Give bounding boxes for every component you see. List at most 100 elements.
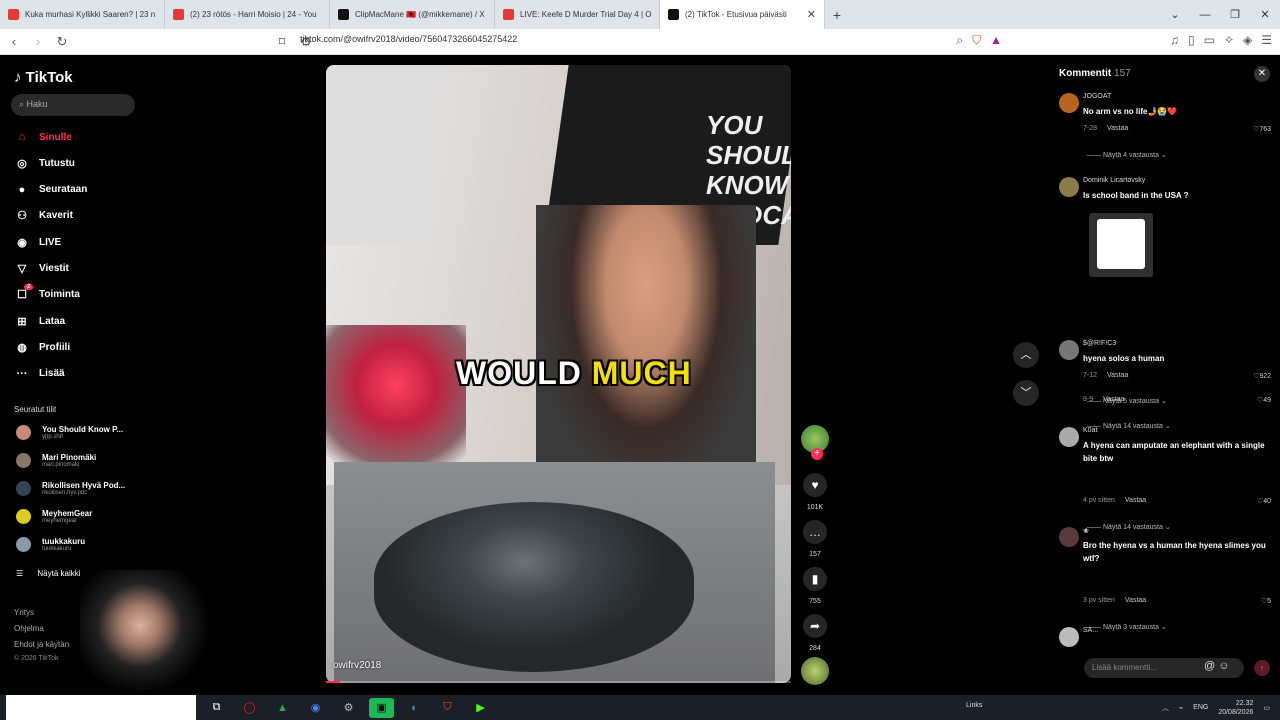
sound-disc[interactable]: [801, 657, 829, 685]
extensions-icon[interactable]: ✧: [1224, 33, 1234, 48]
tray-chevron-icon[interactable]: ︿: [1162, 703, 1169, 713]
emoji-icon[interactable]: ☺: [1218, 660, 1229, 672]
browser-tab[interactable]: Kuka murhasi Kyllikki Saaren? | 23 n: [0, 0, 165, 29]
sidebar-item-kaverit[interactable]: ⚇ Kaverit: [14, 209, 73, 223]
links-toolbar[interactable]: Links: [966, 702, 982, 709]
share-button[interactable]: ➦: [803, 614, 827, 638]
notification-icon[interactable]: ▭: [1263, 704, 1270, 712]
vpn-icon[interactable]: ◈: [1243, 33, 1252, 48]
restore-button[interactable]: ❐: [1220, 8, 1250, 21]
language-indicator[interactable]: ENG: [1193, 704, 1208, 711]
comment-username[interactable]: Dominik Licartovsky: [1083, 177, 1145, 184]
sidebar-icon[interactable]: ▯: [1188, 33, 1195, 48]
follow-plus-icon[interactable]: +: [811, 448, 823, 460]
close-tab-icon[interactable]: ✕: [807, 8, 816, 21]
comment-button[interactable]: …: [803, 520, 827, 544]
zoom-icon[interactable]: ⌕: [956, 33, 963, 48]
browser-tab[interactable]: (2) 23 rötös - Harri Moisio | 24 - You: [165, 0, 330, 29]
creator-avatar[interactable]: +: [801, 425, 829, 460]
close-comments-button[interactable]: ✕: [1254, 66, 1270, 82]
comment-username[interactable]: K0at: [1083, 427, 1097, 434]
sidebar-item-toiminta[interactable]: ☐ Toiminta 2: [14, 283, 80, 302]
sidebar-item-profiili[interactable]: ◍ Profiili: [14, 340, 70, 354]
video-player[interactable]: YOU SHOULD KNOW PODCAS WOULD MUCH: [326, 65, 791, 683]
reply-button[interactable]: Vastaa: [1125, 597, 1146, 604]
reload-icon[interactable]: ↻: [52, 34, 72, 50]
chrome-icon[interactable]: ◉: [303, 698, 328, 718]
avatar[interactable]: [1059, 627, 1079, 647]
taskbar-search-box[interactable]: [6, 695, 196, 720]
footer-link[interactable]: Yritys: [14, 608, 34, 617]
sidebar-item-viestit[interactable]: ▽ Viestit: [14, 262, 69, 276]
comment-sticker-image[interactable]: [1089, 213, 1153, 277]
followed-account[interactable]: Rikollisen Hyvä Pod... rikollisen.hyv.pdc: [16, 481, 125, 496]
followed-account[interactable]: tuukkakuru tuukkakuru: [16, 537, 85, 552]
comment-username[interactable]: JOGOAT: [1083, 93, 1111, 100]
streaming-app-icon[interactable]: ▶: [468, 698, 493, 718]
browser-tab[interactable]: (2) TikTok - Etusivua päivästi ✕: [660, 0, 825, 29]
sidebar-item-seurataan[interactable]: ● Seurataan: [14, 183, 88, 197]
avatar[interactable]: [1059, 527, 1079, 547]
sidebar-item-tutustu[interactable]: ◎ Tutustu: [14, 156, 75, 170]
brave-shield-icon[interactable]: ⛉: [972, 33, 981, 48]
task-view-icon[interactable]: ⧉: [204, 698, 229, 718]
forward-icon[interactable]: ›: [28, 34, 48, 49]
tab-list-icon[interactable]: ⌄: [1160, 8, 1190, 21]
tiktok-logo[interactable]: ♪ TikTok: [14, 69, 73, 86]
reply-button[interactable]: Vastaa: [1125, 497, 1146, 504]
mention-icon[interactable]: @: [1204, 660, 1215, 672]
rewards-icon[interactable]: ▲: [990, 33, 1002, 48]
send-comment-button[interactable]: ↑: [1254, 660, 1270, 676]
browser-tab[interactable]: ClipMacMane 🇦🇱 (@mikkemane) / X: [330, 0, 495, 29]
wallet-icon[interactable]: ▭: [1204, 33, 1215, 48]
bookmark-icon[interactable]: ⌑: [272, 34, 292, 50]
sidebar-item-lisää[interactable]: ··· Lisää: [14, 367, 65, 381]
comment-like-button[interactable]: ♡49: [1257, 396, 1271, 404]
clock[interactable]: 22.32 20/08/2026: [1218, 699, 1253, 717]
footer-link[interactable]: Ohjelma: [14, 624, 44, 633]
search-input[interactable]: ⌕ Haku: [11, 94, 135, 116]
followed-account[interactable]: MeyhemGear meyhemgear: [16, 509, 92, 524]
view-replies-button[interactable]: —— Näytä 4 vastausta ⌄: [1087, 151, 1167, 159]
comment-username[interactable]: $@R!F!C3: [1083, 340, 1116, 347]
show-all-button[interactable]: ☰ Näytä kaikki: [16, 569, 81, 578]
like-button[interactable]: ♥: [803, 473, 827, 497]
view-replies-button[interactable]: —— Näytä 14 vastausta ⌄: [1087, 422, 1171, 430]
reply-button[interactable]: Vastaa: [1107, 372, 1128, 379]
followed-account[interactable]: You Should Know P... ypp.sh8: [16, 425, 123, 440]
view-replies-button[interactable]: —— Näytä 14 vastausta ⌄: [1087, 523, 1171, 531]
brave-icon[interactable]: ⛉: [435, 698, 460, 718]
video-username[interactable]: owifrv2018: [333, 660, 381, 671]
app-green-icon[interactable]: ▣: [369, 697, 394, 718]
sidebar-item-lataa[interactable]: ⊞ Lataa: [14, 314, 65, 328]
media-icon[interactable]: ♫: [1170, 33, 1179, 48]
comment-username[interactable]: ❀: [1083, 527, 1089, 535]
reply-button[interactable]: Vastaa: [1107, 125, 1128, 132]
comment-like-button[interactable]: ♡5: [1261, 597, 1271, 605]
opera-icon[interactable]: ◯: [237, 698, 262, 718]
previous-video-button[interactable]: ︿: [1013, 342, 1039, 368]
menu-icon[interactable]: ☰: [1261, 33, 1272, 48]
drive-icon[interactable]: ▲: [270, 698, 295, 718]
settings-icon[interactable]: ⚙: [336, 698, 361, 718]
back-icon[interactable]: ‹: [4, 34, 24, 49]
sidebar-item-live[interactable]: ◉ LIVE: [14, 235, 61, 249]
comment-like-button[interactable]: ♡40: [1257, 497, 1271, 505]
comment-like-button[interactable]: ♡763: [1253, 125, 1271, 133]
network-icon[interactable]: ⌁: [1179, 704, 1183, 712]
comment-username[interactable]: SA...: [1083, 627, 1098, 634]
save-button[interactable]: ▮: [803, 567, 827, 591]
next-video-button[interactable]: ﹀: [1013, 380, 1039, 406]
avatar[interactable]: [1059, 93, 1079, 113]
view-replies-button[interactable]: —— Näytä 3 vastausta ⌄: [1087, 623, 1167, 631]
video-progress-bar[interactable]: [326, 681, 791, 683]
new-tab-button[interactable]: +: [825, 7, 849, 23]
edge-icon[interactable]: ◐: [402, 698, 427, 718]
avatar[interactable]: [1059, 427, 1079, 447]
avatar[interactable]: [1059, 340, 1079, 360]
footer-link[interactable]: Ehdot ja käytän: [14, 640, 69, 649]
url-field[interactable]: tiktok.com/@owifrv2018/video/75604732660…: [300, 34, 517, 44]
avatar[interactable]: [1059, 177, 1079, 197]
close-window-button[interactable]: ✕: [1250, 8, 1280, 21]
comment-like-button[interactable]: ♡922: [1253, 372, 1271, 380]
